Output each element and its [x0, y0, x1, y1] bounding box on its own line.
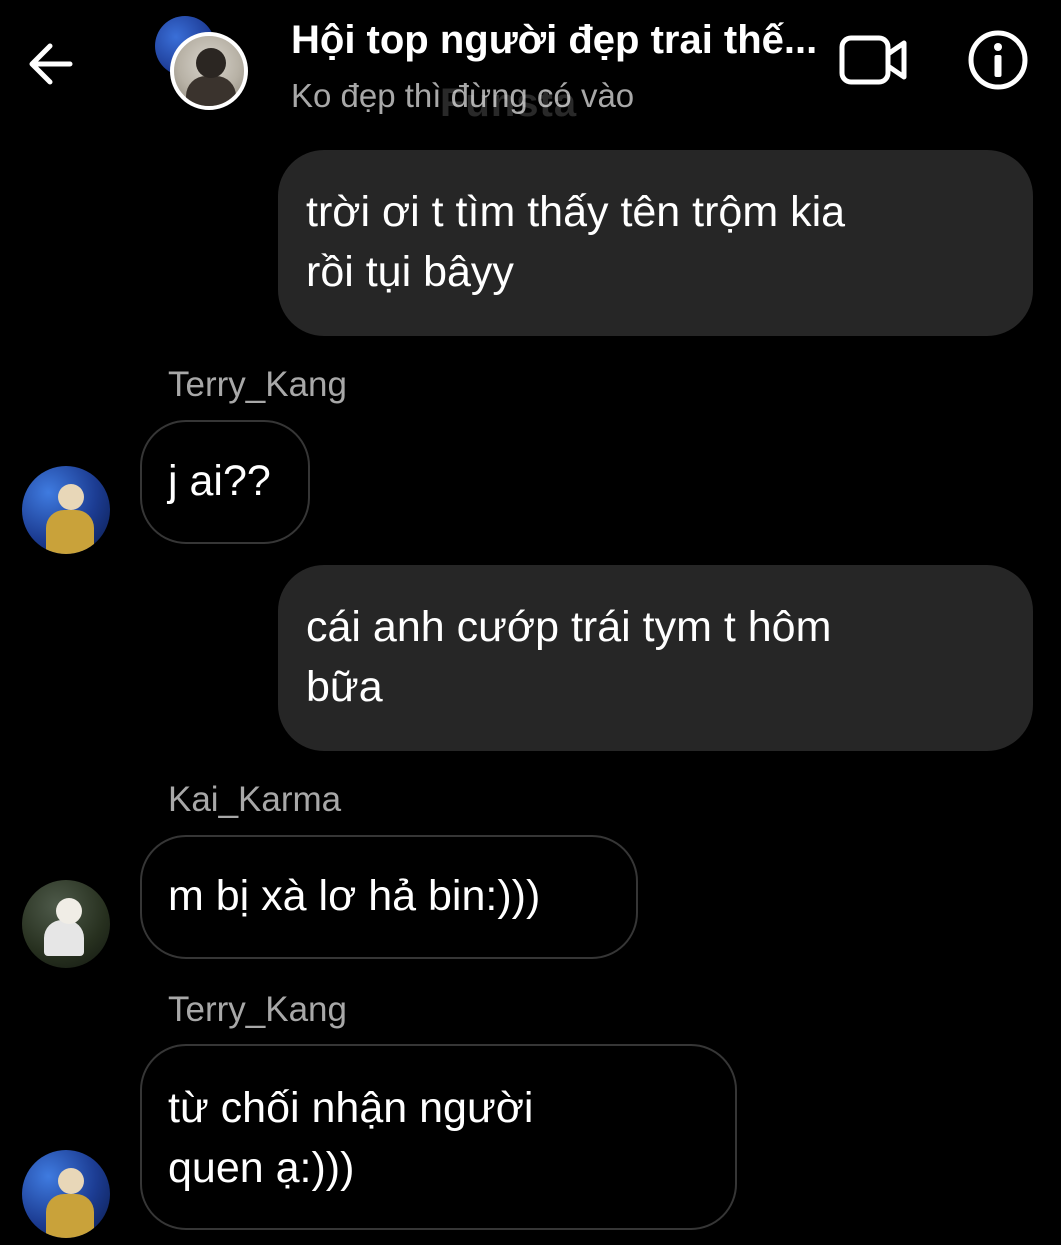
message-text-line: cái anh cướp trái tym t hôm [306, 603, 832, 651]
message-bubble-incoming[interactable]: m bị xà lơ hả bin:))) [140, 835, 638, 959]
message-text-line: bữa [306, 663, 383, 711]
message-bubble-outgoing[interactable]: cái anh cướp trái tym t hôm bữa [278, 565, 1033, 751]
message-bubble-outgoing[interactable]: trời ơi t tìm thấy tên trộm kia rồi tụi … [278, 150, 1033, 336]
message-text-line: trời ơi t tìm thấy tên trộm kia [306, 188, 846, 236]
chat-header: Hội top người đẹp trai thế... Ko đẹp thì… [0, 0, 1061, 130]
video-camera-icon [839, 35, 907, 85]
message-text-line: j ai?? [168, 457, 271, 505]
sender-name: Terry_Kang [168, 365, 347, 404]
message-text-line: rồi tụi bâyy [306, 248, 514, 296]
avatar[interactable] [22, 880, 110, 968]
avatar[interactable] [22, 466, 110, 554]
info-button[interactable] [966, 28, 1030, 92]
message-text-line: m bị xà lơ hả bin:))) [168, 872, 541, 920]
group-avatar-front [170, 32, 248, 110]
back-button[interactable] [24, 36, 80, 92]
group-subtitle: Ko đẹp thì đừng có vào [291, 77, 635, 114]
avatar[interactable] [22, 1150, 110, 1238]
message-bubble-incoming[interactable]: từ chối nhận người quen ạ:))) [140, 1044, 737, 1230]
sender-name: Terry_Kang [168, 990, 347, 1029]
message-text-line: từ chối nhận người [168, 1084, 534, 1132]
group-title[interactable]: Hội top người đẹp trai thế... [291, 16, 817, 64]
info-circle-icon [968, 30, 1028, 90]
sender-name: Kai_Karma [168, 780, 342, 819]
message-text-line: quen ạ:))) [168, 1144, 355, 1192]
video-call-button[interactable] [838, 30, 910, 90]
group-avatar[interactable] [155, 16, 255, 116]
message-bubble-incoming[interactable]: j ai?? [140, 420, 310, 544]
arrow-left-icon [29, 43, 73, 85]
